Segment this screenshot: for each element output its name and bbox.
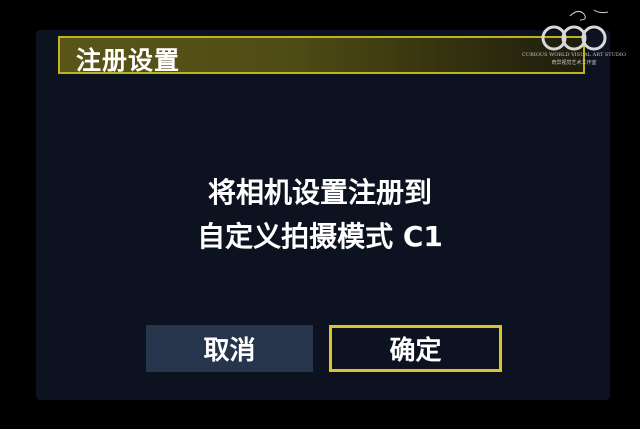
watermark-text-en: CURIOUS WORLD VISUAL ART STUDIO [522,52,626,58]
dialog-title-bar: 注册设置 [58,36,585,75]
dialog-title: 注册设置 [76,46,181,75]
message-line-1: 将相机设置注册到 [207,176,432,209]
ok-button[interactable]: 确定 [329,325,502,372]
studio-watermark-logo: CURIOUS WORLD VISUAL ART STUDIO 奇异视觉艺术工作… [510,2,638,66]
watermark-rings-icon [541,9,609,51]
dialog-message: 将相机设置注册到 自定义拍摄模式 C1 [0,171,640,259]
cancel-button[interactable]: 取消 [146,325,313,372]
watermark-text-cn: 奇异视觉艺术工作室 [551,60,597,66]
message-line-2: 自定义拍摄模式 C1 [197,220,443,253]
